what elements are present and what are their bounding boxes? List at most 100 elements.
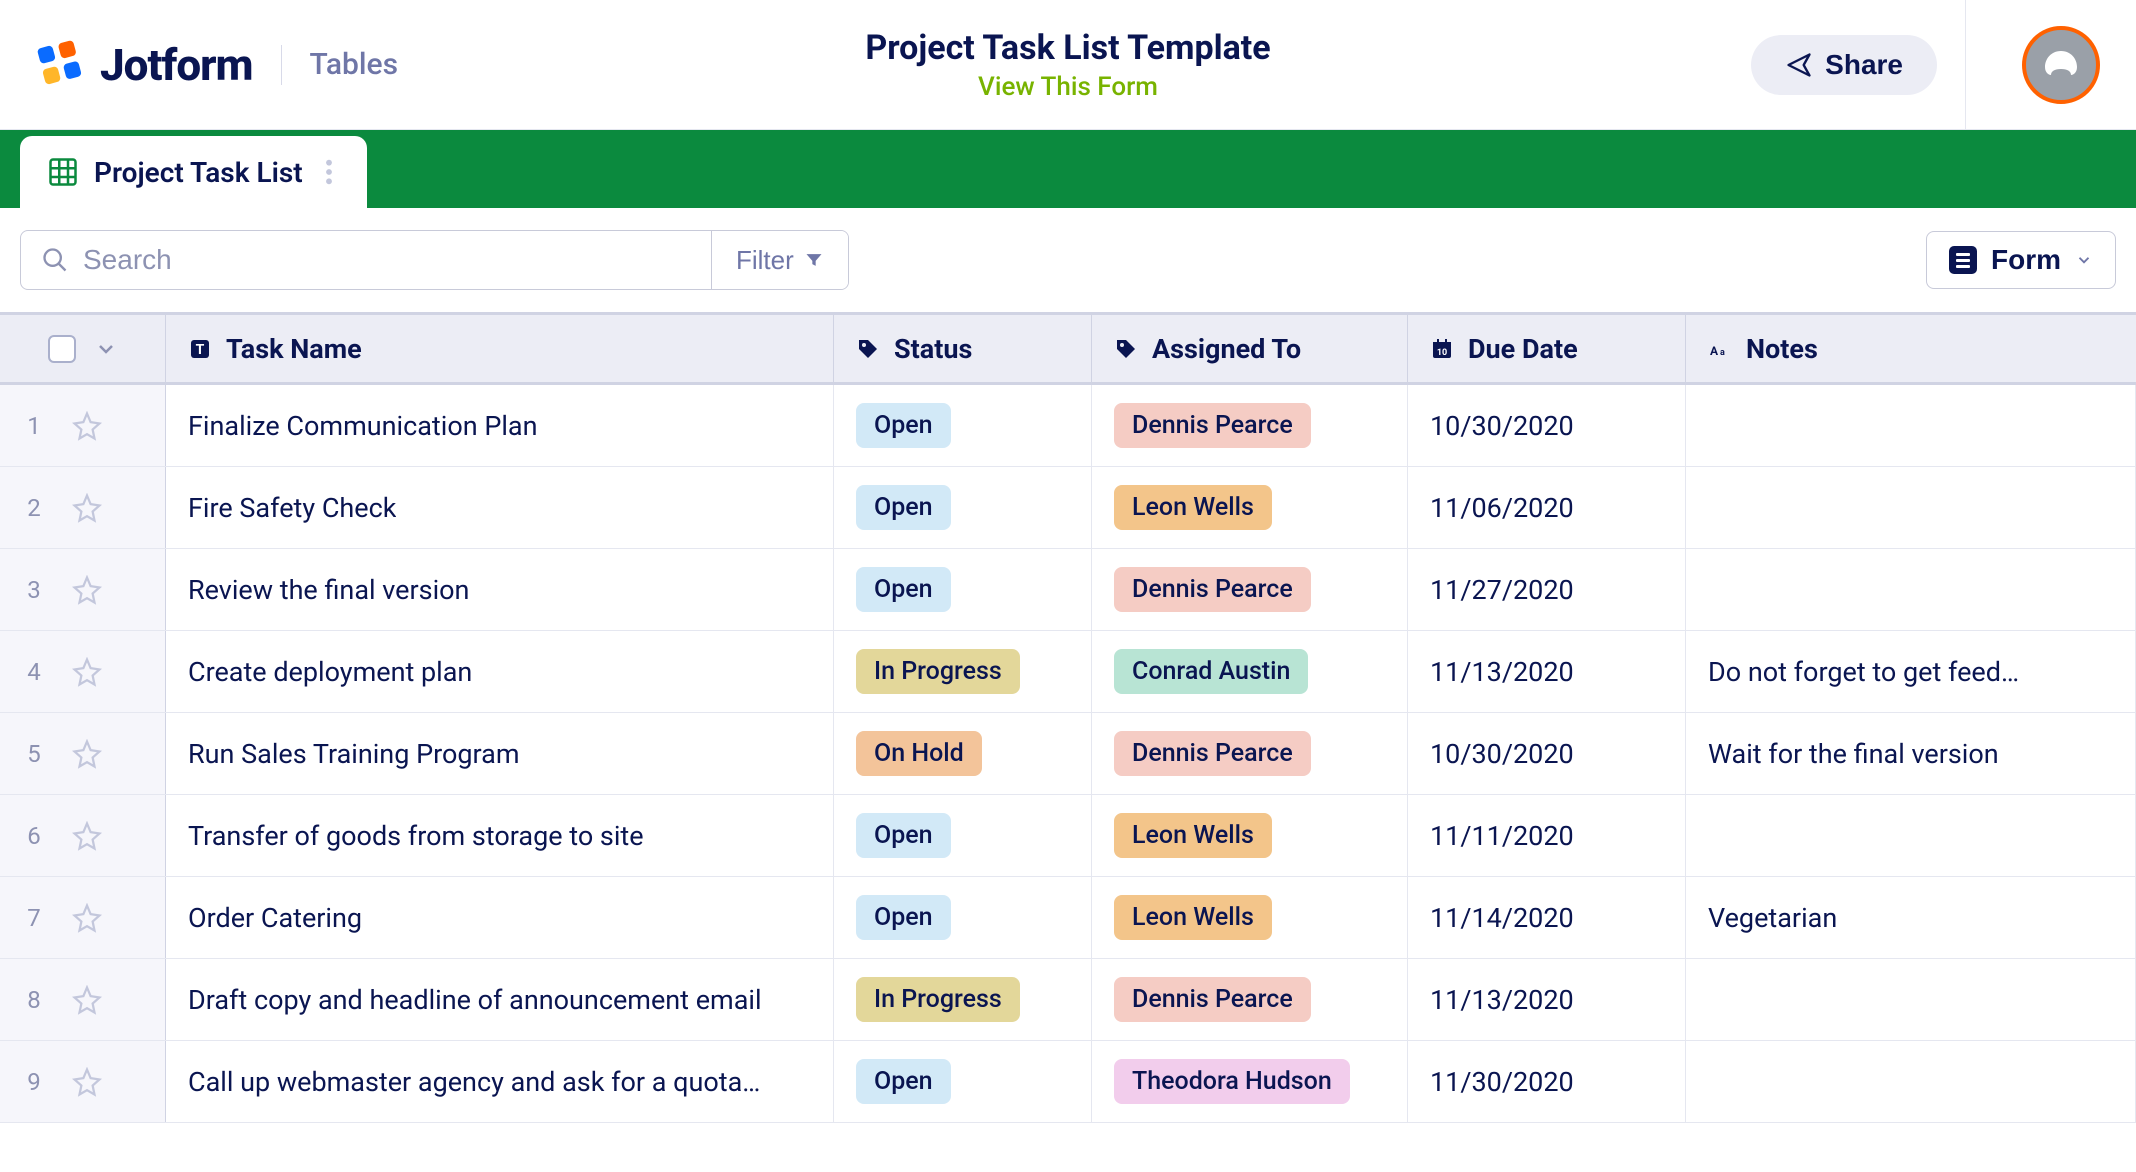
cell-notes[interactable] [1686, 1041, 2136, 1122]
table-row[interactable]: 8 Draft copy and headline of announcement… [0, 959, 2136, 1041]
cell-assigned[interactable]: Leon Wells [1092, 795, 1408, 876]
header-date[interactable]: 10 Due Date [1408, 315, 1686, 382]
chevron-down-icon [2075, 251, 2093, 269]
header-row: T Task Name Status Assigned To 10 Due Da… [0, 315, 2136, 385]
data-grid: T Task Name Status Assigned To 10 Due Da… [0, 312, 2136, 1123]
row-gutter: 5 [0, 713, 166, 794]
cell-date[interactable]: 10/30/2020 [1408, 713, 1686, 794]
cell-assigned[interactable]: Dennis Pearce [1092, 385, 1408, 466]
table-row[interactable]: 9Call up webmaster agency and ask for a … [0, 1041, 2136, 1123]
section-label[interactable]: Tables [310, 47, 399, 82]
cell-assigned[interactable]: Dennis Pearce [1092, 959, 1408, 1040]
cell-date[interactable]: 11/14/2020 [1408, 877, 1686, 958]
star-icon[interactable] [72, 821, 102, 851]
cell-assigned[interactable]: Conrad Austin [1092, 631, 1408, 712]
kebab-icon [325, 158, 333, 186]
text-icon: Aa [1708, 337, 1732, 361]
cell-notes[interactable] [1686, 795, 2136, 876]
star-icon[interactable] [72, 985, 102, 1015]
cell-date[interactable]: 11/30/2020 [1408, 1041, 1686, 1122]
filter-label: Filter [736, 245, 794, 276]
tab-project-task-list[interactable]: Project Task List [20, 136, 367, 208]
cell-status[interactable]: Open [834, 467, 1092, 548]
cell-assigned[interactable]: Leon Wells [1092, 877, 1408, 958]
cell-date[interactable]: 10/30/2020 [1408, 385, 1686, 466]
header-notes[interactable]: Aa Notes [1686, 315, 2136, 382]
cell-assigned[interactable]: Dennis Pearce [1092, 549, 1408, 630]
tab-menu-button[interactable] [319, 158, 339, 186]
cell-notes[interactable]: Do not forget to get feed… [1686, 631, 2136, 712]
form-view-button[interactable]: Form [1926, 231, 2116, 289]
cell-date[interactable]: 11/06/2020 [1408, 467, 1686, 548]
chevron-down-icon[interactable] [94, 337, 118, 361]
search-input[interactable] [83, 244, 691, 276]
logo[interactable]: Jotform [36, 39, 253, 91]
table-row[interactable]: 3Review the final versionOpenDennis Pear… [0, 549, 2136, 631]
select-all-checkbox[interactable] [48, 335, 76, 363]
row-number: 8 [24, 986, 44, 1014]
table-row[interactable]: 2Fire Safety CheckOpenLeon Wells11/06/20… [0, 467, 2136, 549]
cell-notes[interactable]: Wait for the final version [1686, 713, 2136, 794]
cell-status[interactable]: In Progress [834, 631, 1092, 712]
cell-status[interactable]: Open [834, 795, 1092, 876]
row-number: 7 [24, 904, 44, 932]
cell-date[interactable]: 11/13/2020 [1408, 959, 1686, 1040]
view-form-link[interactable]: View This Form [865, 72, 1270, 102]
cell-date[interactable]: 11/13/2020 [1408, 631, 1686, 712]
table-row[interactable]: 1Finalize Communication PlanOpenDennis P… [0, 385, 2136, 467]
filter-button[interactable]: Filter [711, 231, 848, 289]
topbar: Jotform Tables Project Task List Templat… [0, 0, 2136, 130]
svg-text:A: A [1710, 344, 1719, 358]
star-icon[interactable] [72, 903, 102, 933]
grid-icon [48, 157, 78, 187]
cell-task[interactable]: Finalize Communication Plan [166, 385, 834, 466]
cell-task[interactable]: Run Sales Training Program [166, 713, 834, 794]
cell-assigned[interactable]: Leon Wells [1092, 467, 1408, 548]
cell-task[interactable]: Create deployment plan [166, 631, 834, 712]
filter-icon [804, 250, 824, 270]
cell-task[interactable]: Review the final version [166, 549, 834, 630]
header-task[interactable]: T Task Name [166, 315, 834, 382]
cell-date[interactable]: 11/27/2020 [1408, 549, 1686, 630]
star-icon[interactable] [72, 657, 102, 687]
cell-notes[interactable] [1686, 549, 2136, 630]
cell-assigned[interactable]: Dennis Pearce [1092, 713, 1408, 794]
cell-status[interactable]: Open [834, 877, 1092, 958]
cell-status[interactable]: Open [834, 385, 1092, 466]
avatar[interactable] [2022, 26, 2100, 104]
cell-task[interactable]: Fire Safety Check [166, 467, 834, 548]
row-gutter: 4 [0, 631, 166, 712]
star-icon[interactable] [72, 411, 102, 441]
star-icon[interactable] [72, 1067, 102, 1097]
cell-date[interactable]: 11/11/2020 [1408, 795, 1686, 876]
cell-task[interactable]: Call up webmaster agency and ask for a q… [166, 1041, 834, 1122]
cell-notes[interactable] [1686, 467, 2136, 548]
table-row[interactable]: 5Run Sales Training ProgramOn HoldDennis… [0, 713, 2136, 795]
share-button[interactable]: Share [1751, 35, 1937, 95]
cell-status[interactable]: Open [834, 1041, 1092, 1122]
cell-status[interactable]: On Hold [834, 713, 1092, 794]
header-status[interactable]: Status [834, 315, 1092, 382]
cell-notes[interactable] [1686, 385, 2136, 466]
cell-status[interactable]: Open [834, 549, 1092, 630]
cell-status[interactable]: In Progress [834, 959, 1092, 1040]
row-gutter: 7 [0, 877, 166, 958]
row-number: 4 [24, 658, 44, 686]
star-icon[interactable] [72, 493, 102, 523]
cell-notes[interactable] [1686, 959, 2136, 1040]
star-icon[interactable] [72, 575, 102, 605]
cell-task[interactable]: Draft copy and headline of announcement … [166, 959, 834, 1040]
header-assigned[interactable]: Assigned To [1092, 315, 1408, 382]
tag-icon [856, 337, 880, 361]
row-gutter: 8 [0, 959, 166, 1040]
cell-task[interactable]: Transfer of goods from storage to site [166, 795, 834, 876]
table-row[interactable]: 4 Create deployment planIn ProgressConrad… [0, 631, 2136, 713]
star-icon[interactable] [72, 739, 102, 769]
table-row[interactable]: 7 Order CateringOpenLeon Wells11/14/2020V… [0, 877, 2136, 959]
cell-assigned[interactable]: Theodora Hudson [1092, 1041, 1408, 1122]
cell-notes[interactable]: Vegetarian [1686, 877, 2136, 958]
cell-task[interactable]: Order Catering [166, 877, 834, 958]
table-row[interactable]: 6Transfer of goods from storage to siteO… [0, 795, 2136, 877]
search-box[interactable] [21, 231, 711, 289]
text-icon: T [188, 337, 212, 361]
